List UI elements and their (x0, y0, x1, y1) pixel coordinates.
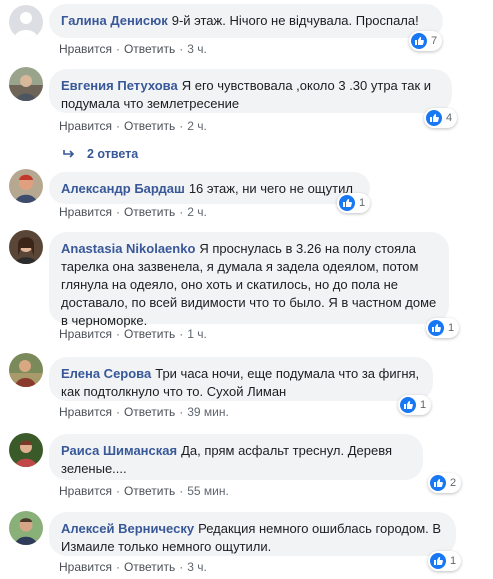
separator: · (179, 327, 184, 341)
separator: · (115, 405, 120, 419)
separator: · (115, 484, 120, 498)
reaction-count[interactable]: 1 (337, 193, 371, 213)
separator: · (179, 205, 184, 219)
separator: · (179, 119, 184, 133)
like-link[interactable]: Нравится (59, 205, 112, 219)
timestamp[interactable]: 1 ч. (187, 327, 207, 341)
comment-author[interactable]: Раиса Шиманская (61, 443, 177, 458)
like-thumb-icon (339, 195, 355, 211)
avatar[interactable] (9, 511, 43, 545)
avatar[interactable] (9, 353, 43, 387)
reply-link[interactable]: Ответить (124, 42, 175, 56)
reaction-count[interactable]: 1 (426, 318, 460, 338)
comment-text: 9-й этаж. Нічого не відчувала. Проспала! (171, 13, 419, 28)
separator: · (115, 119, 120, 133)
comment-author[interactable]: Алексей Верническу (61, 521, 194, 536)
comment-bubble: Раиса Шиманская Да, прям асфальт треснул.… (49, 434, 423, 480)
separator: · (115, 327, 120, 341)
comment-bubble: Елена Серова Три часа ночи, еще подумала … (49, 357, 433, 401)
comment-author[interactable]: Александр Бардаш (61, 181, 185, 196)
comment-actions: Нравится · Ответить · 39 мин. (59, 405, 229, 419)
reaction-count[interactable]: 1 (428, 551, 462, 571)
reaction-count[interactable]: 2 (428, 473, 462, 493)
comment-actions: Нравится · Ответить · 3 ч. (59, 42, 207, 56)
like-thumb-icon (400, 397, 416, 413)
separator: · (115, 42, 120, 56)
timestamp[interactable]: 3 ч. (187, 42, 207, 56)
reply-link[interactable]: Ответить (124, 560, 175, 574)
like-thumb-icon (428, 320, 444, 336)
comment-bubble: Евгения Петухова Я его чувствовала ,около… (49, 69, 452, 113)
avatar[interactable] (9, 433, 43, 467)
reaction-number: 2 (450, 477, 457, 489)
like-link[interactable]: Нравится (59, 42, 112, 56)
like-thumb-icon (430, 553, 446, 569)
avatar[interactable] (9, 230, 43, 264)
like-link[interactable]: Нравится (59, 484, 112, 498)
comment-actions: Нравится · Ответить · 1 ч. (59, 327, 207, 341)
like-thumb-icon (411, 33, 427, 49)
comment-actions: Нравится · Ответить · 2 ч. (59, 205, 207, 219)
avatar[interactable] (9, 5, 43, 39)
reaction-number: 4 (446, 112, 453, 124)
avatar[interactable] (9, 67, 43, 101)
view-replies-link[interactable]: 2 ответа (63, 146, 138, 162)
reaction-number: 7 (431, 35, 438, 47)
comment-bubble: Галина Денисюк 9-й этаж. Нічого не відчув… (49, 4, 443, 38)
reaction-number: 1 (450, 555, 457, 567)
reply-link[interactable]: Ответить (124, 484, 175, 498)
timestamp[interactable]: 55 мин. (187, 484, 229, 498)
reply-link[interactable]: Ответить (124, 405, 175, 419)
reply-arrow-icon (63, 146, 75, 162)
separator: · (179, 405, 184, 419)
reaction-number: 1 (359, 197, 366, 209)
like-thumb-icon (426, 110, 442, 126)
comment-actions: Нравится · Ответить · 2 ч. (59, 119, 207, 133)
comment-bubble: Anastasia Nikolaenko Я проснулась в 3.26 … (49, 232, 449, 328)
reply-link[interactable]: Ответить (124, 205, 175, 219)
reaction-count[interactable]: 7 (409, 31, 443, 51)
reaction-number: 1 (448, 322, 455, 334)
comment-actions: Нравится · Ответить · 3 ч. (59, 560, 207, 574)
reply-link[interactable]: Ответить (124, 327, 175, 341)
timestamp[interactable]: 2 ч. (187, 119, 207, 133)
comment-bubble: Александр Бардаш 16 этаж, ни чего не ощут… (49, 172, 370, 204)
comment-author[interactable]: Галина Денисюк (61, 13, 168, 28)
comment-actions: Нравится · Ответить · 55 мин. (59, 484, 229, 498)
like-link[interactable]: Нравится (59, 119, 112, 133)
separator: · (115, 205, 120, 219)
reaction-count[interactable]: 4 (424, 108, 458, 128)
comment-author[interactable]: Евгения Петухова (61, 78, 178, 93)
comment-author[interactable]: Anastasia Nikolaenko (61, 241, 195, 256)
separator: · (179, 484, 184, 498)
like-link[interactable]: Нравится (59, 327, 112, 341)
separator: · (115, 560, 120, 574)
reaction-number: 1 (420, 399, 427, 411)
comment-author[interactable]: Елена Серова (61, 366, 151, 381)
separator: · (179, 560, 184, 574)
like-thumb-icon (430, 475, 446, 491)
reaction-count[interactable]: 1 (398, 395, 432, 415)
avatar[interactable] (9, 169, 43, 203)
comment-bubble: Алексей Верническу Редакция немного ошибл… (49, 512, 456, 556)
timestamp[interactable]: 39 мин. (187, 405, 229, 419)
replies-count: 2 ответа (87, 147, 139, 161)
separator: · (179, 42, 184, 56)
reply-link[interactable]: Ответить (124, 119, 175, 133)
like-link[interactable]: Нравится (59, 560, 112, 574)
like-link[interactable]: Нравится (59, 405, 112, 419)
timestamp[interactable]: 2 ч. (187, 205, 207, 219)
comment-text: 16 этаж, ни чего не ощутил (188, 181, 353, 196)
timestamp[interactable]: 3 ч. (187, 560, 207, 574)
